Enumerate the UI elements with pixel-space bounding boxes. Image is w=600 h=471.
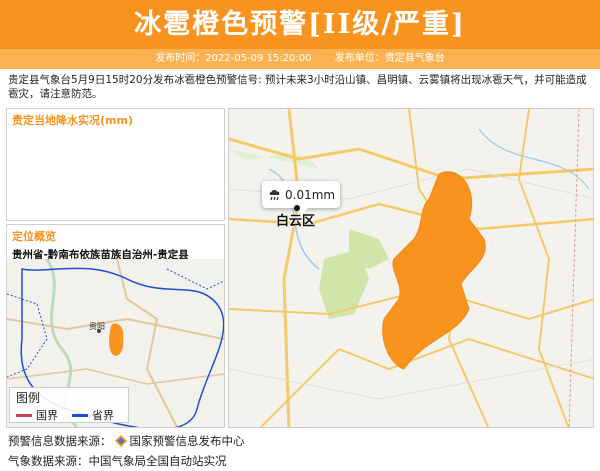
legend-row: 国界 省界: [10, 407, 128, 423]
legend-province-border-swatch: [72, 413, 88, 417]
warning-source-name: 国家预警信息发布中心: [129, 434, 245, 448]
rain-cloud-icon: [269, 189, 280, 200]
legend-national-border-label: 国界: [36, 409, 58, 422]
rainfall-value: 0.01mm: [285, 187, 336, 202]
mini-warning-area: [109, 323, 124, 356]
publish-info-bar: 发布时间：2022-05-09 15:20:00 发布单位：贵定县气象台: [0, 49, 600, 69]
legend-province-border-label: 省界: [92, 409, 114, 422]
warning-source-line: 预警信息数据来源： 国家预警信息发布中心: [8, 433, 245, 449]
precipitation-title: 贵定当地降水实况(mm): [12, 114, 133, 127]
warning-title: 冰雹橙色预警[II级/严重]: [134, 9, 466, 40]
precipitation-panel: 贵定当地降水实况(mm): [6, 108, 225, 221]
warning-description: 贵定县气象台5月9日15时20分发布冰雹橙色预警信号: 预计未来3小时沿山镇、昌…: [8, 74, 587, 100]
legend-national-border-swatch: [16, 413, 32, 417]
publish-time: 发布时间：2022-05-09 15:20:00: [155, 53, 312, 64]
place-label: 白云区: [276, 214, 316, 229]
warning-header: 冰雹橙色预警[II级/严重]: [0, 0, 600, 49]
publisher: 发布单位：贵定县气象台: [334, 53, 445, 64]
warning-source-label: 预警信息数据来源：: [8, 434, 112, 448]
warning-center-logo-icon: [114, 435, 127, 447]
location-overview-panel: 定位概览 贵州省-黔南布依族苗族自治州-贵定县 贵阳 图例 国界 省界: [6, 224, 225, 428]
mini-map-city-label: 贵阳: [89, 321, 105, 331]
main-warning-map[interactable]: [228, 108, 594, 428]
main-map-svg: [229, 109, 593, 427]
location-title: 定位概览: [12, 230, 56, 243]
weather-source-line: 气象数据来源：中国气象局全国自动站实况: [8, 454, 227, 468]
map-legend: 图例 国界 省界: [9, 387, 129, 423]
legend-title: 图例: [16, 391, 41, 405]
rainfall-tooltip[interactable]: 0.01mm: [262, 181, 340, 214]
